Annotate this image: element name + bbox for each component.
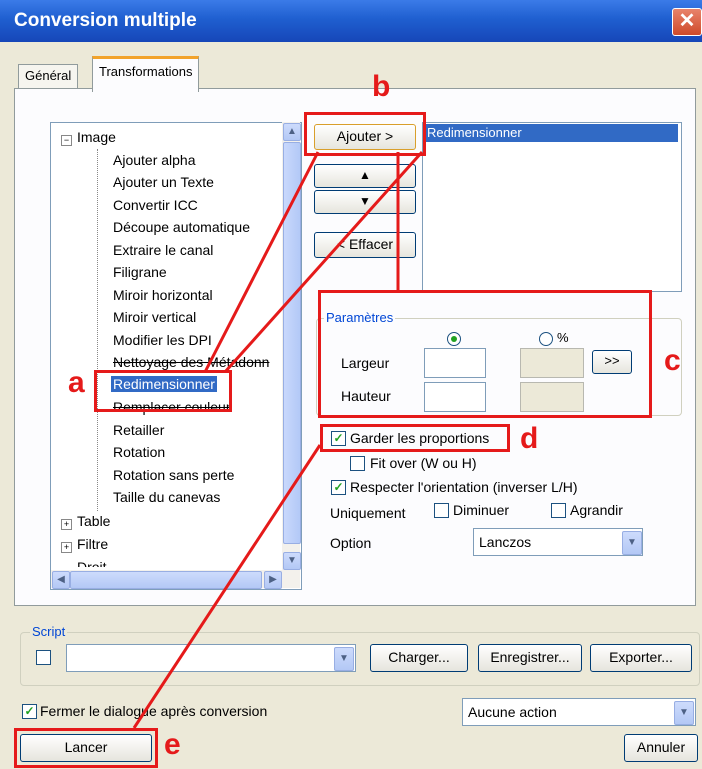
annotation-line-ab	[203, 151, 320, 373]
annotation-box-e	[14, 728, 158, 768]
annotation-box-a	[94, 370, 232, 412]
annotation-label-e: e	[164, 728, 181, 761]
annotation-line-de	[132, 444, 322, 729]
annotation-label-d: d	[520, 422, 539, 455]
tab-transformations[interactable]: Transformations	[92, 56, 200, 92]
annotation-label-b: b	[372, 70, 391, 103]
annotation-label-c: c	[664, 344, 681, 377]
annotation-box-d	[320, 424, 510, 452]
annotation-box-b	[304, 112, 426, 156]
annotation-box-c	[318, 290, 652, 418]
annotation-label-a: a	[68, 366, 85, 399]
